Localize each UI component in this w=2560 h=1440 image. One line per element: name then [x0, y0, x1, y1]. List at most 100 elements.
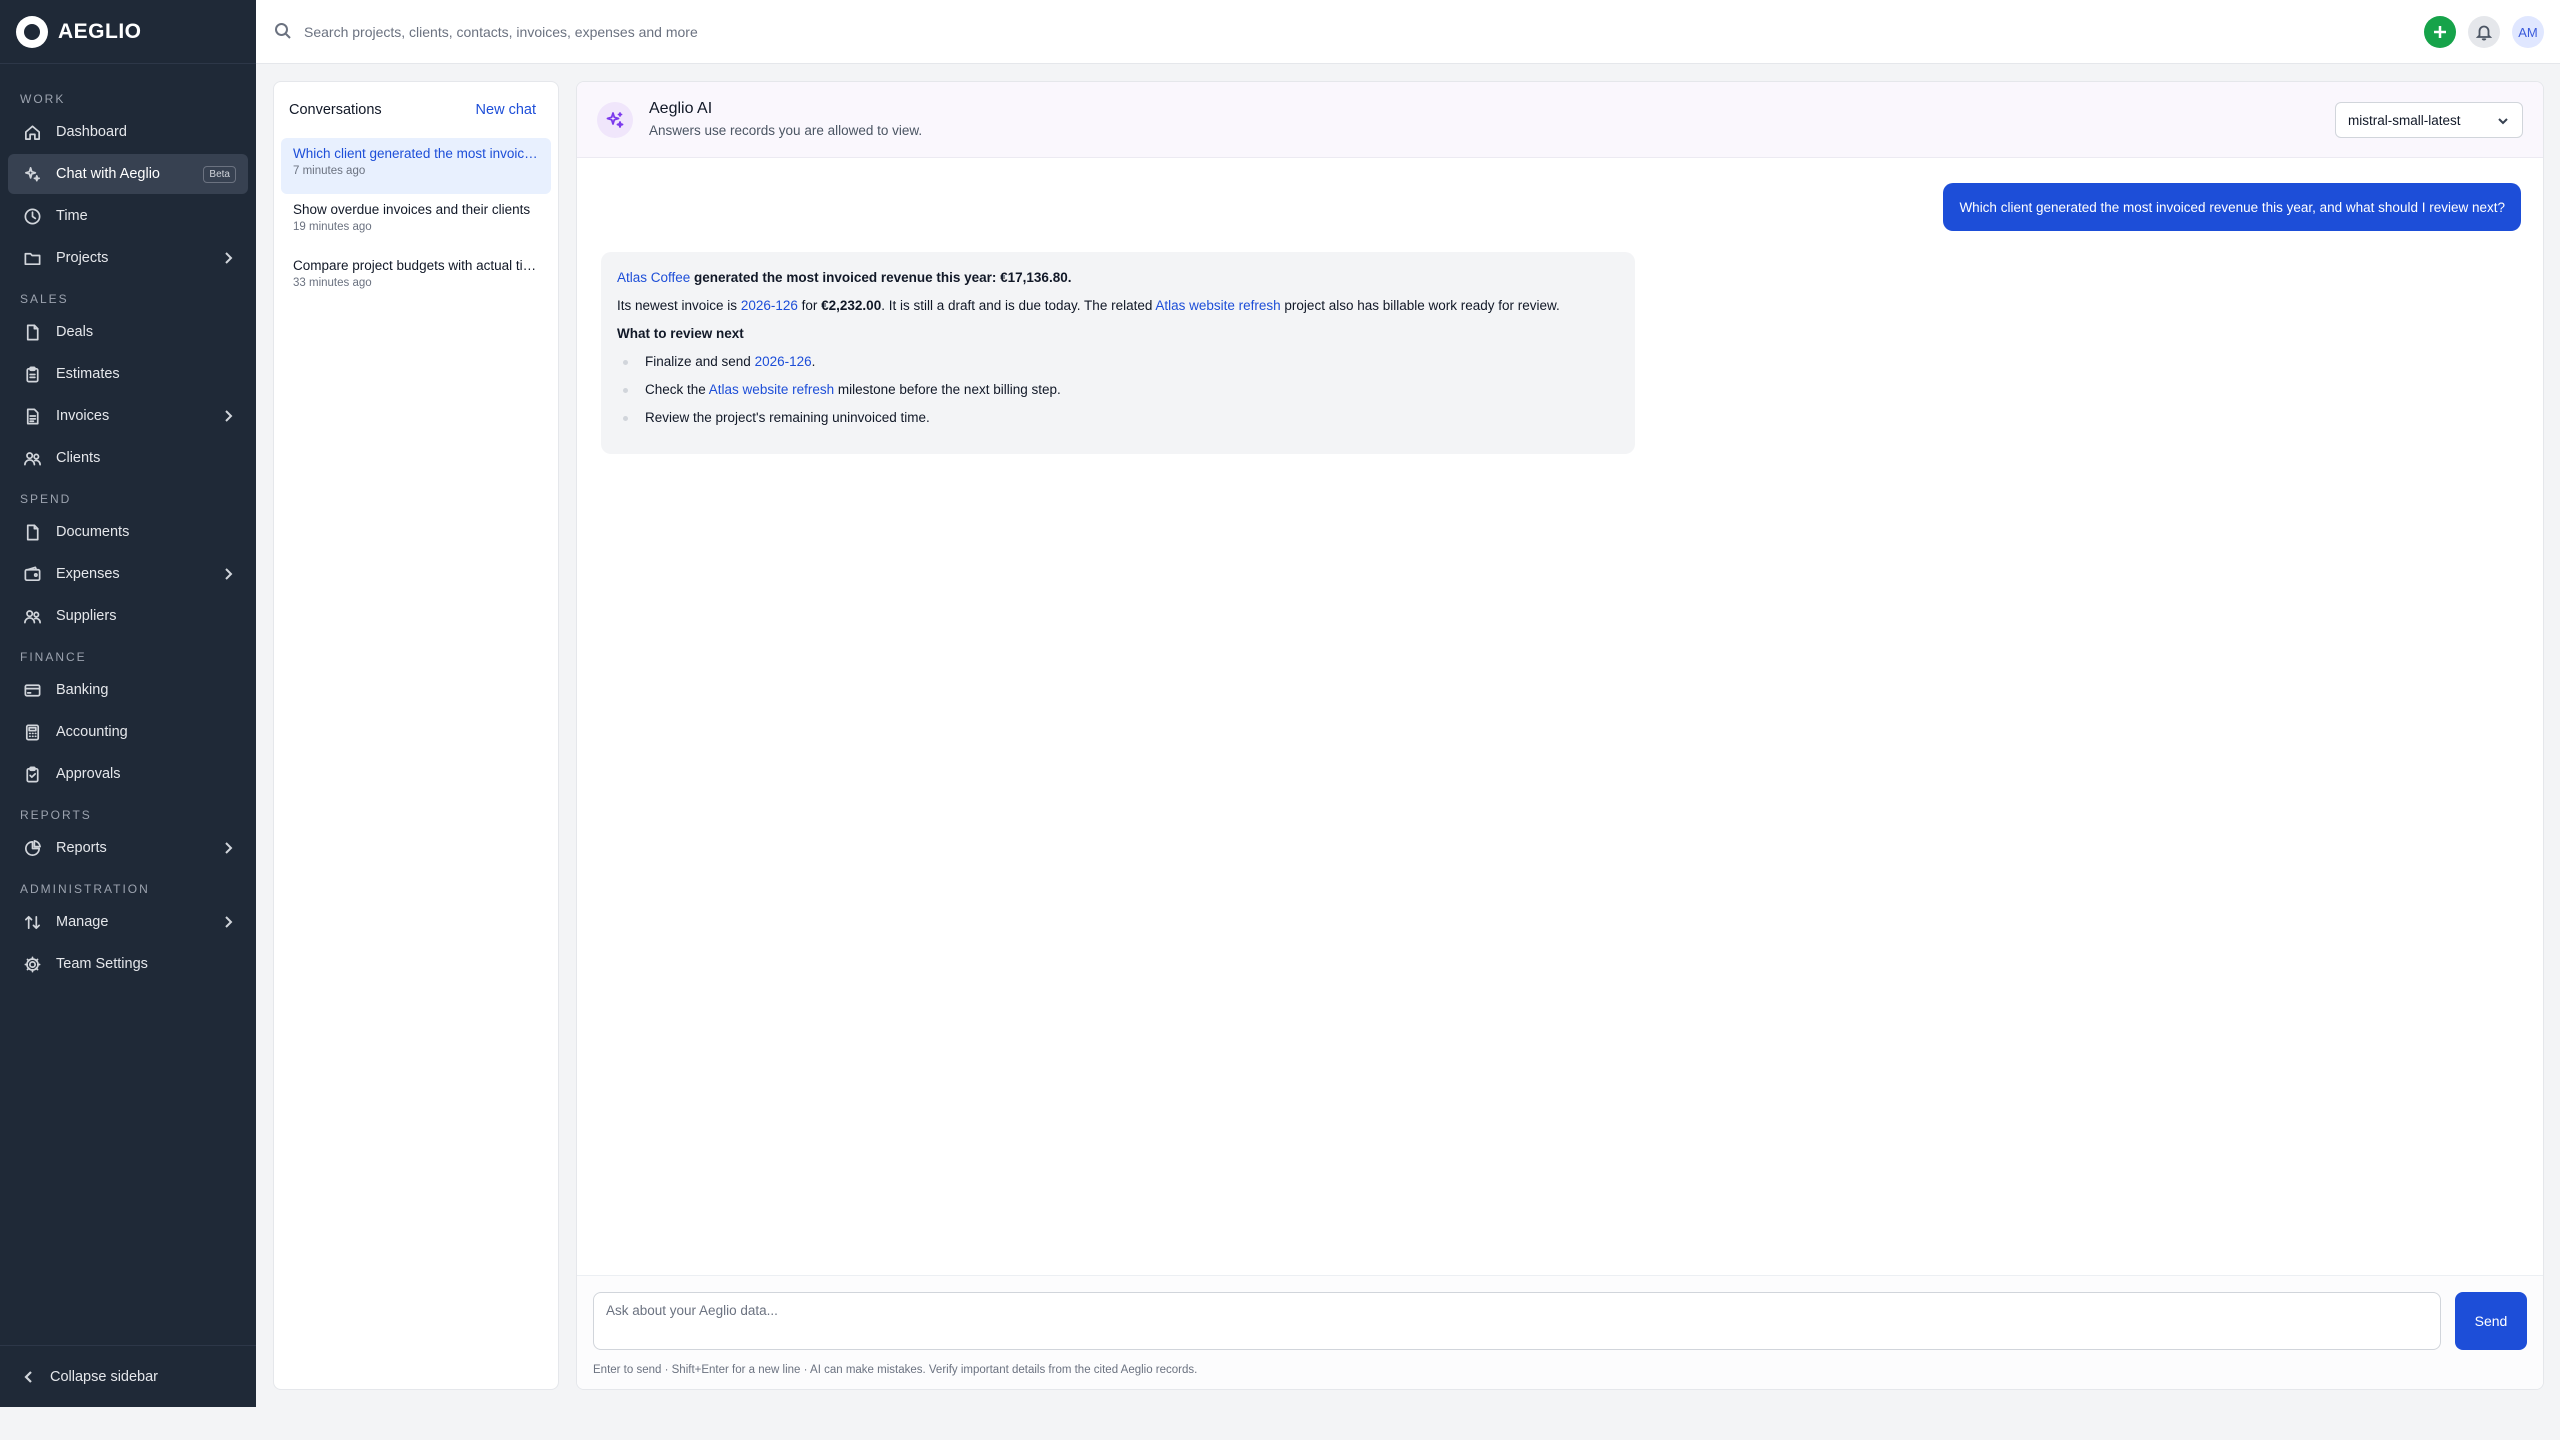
chevron-right-icon[interactable]	[220, 566, 236, 582]
sidebar-item-accounting[interactable]: Accounting	[8, 712, 248, 752]
users-icon	[22, 606, 42, 626]
topbar: AM	[256, 0, 2560, 64]
assistant-message: Atlas Coffee generated the most invoiced…	[601, 252, 1635, 454]
calculator-icon	[22, 722, 42, 742]
invoice-link[interactable]: 2026-126	[755, 354, 812, 369]
sidebar-item-label: Accounting	[56, 724, 128, 740]
sidebar-section-label: FINANCE	[20, 650, 87, 664]
sidebar-item-time[interactable]: Time	[8, 196, 248, 236]
composer-hint: Enter to send · Shift+Enter for a new li…	[593, 1364, 1198, 1376]
credit-card-icon	[22, 680, 42, 700]
answer-text: Finalize and send	[645, 354, 755, 369]
sidebar-item-label: Team Settings	[56, 956, 148, 972]
search-icon	[274, 22, 292, 40]
invoice-link[interactable]: 2026-126	[741, 298, 798, 313]
sidebar-item-approvals[interactable]: Approvals	[8, 754, 248, 794]
beta-badge: Beta	[203, 165, 236, 183]
conversation-time: 19 minutes ago	[293, 221, 372, 233]
conversation-time: 7 minutes ago	[293, 165, 366, 177]
answer-text: . It is still a draft and is due today. …	[881, 298, 1156, 313]
conversation-title: Show overdue invoices and their clients	[293, 202, 531, 217]
sidebar-nav: WORK Dashboard Chat with Aeglio Beta Time Pro…	[0, 64, 256, 984]
answer-line-2: Its newest invoice is 2026-126 for €2,23…	[617, 296, 1619, 316]
global-search-input[interactable]	[304, 18, 1204, 46]
sidebar-item-label: Suppliers	[56, 608, 117, 624]
chevron-right-icon[interactable]	[220, 250, 236, 266]
new-chat-button[interactable]: New chat	[476, 102, 536, 118]
sidebar-item-label: Deals	[56, 324, 94, 340]
sidebar-section-label: SALES	[20, 292, 69, 306]
conversations-panel: Conversations New chat Which client gene…	[273, 81, 559, 1390]
sidebar-item-invoices[interactable]: Invoices	[8, 396, 248, 436]
arrows-icon	[22, 912, 42, 932]
answer-line-1-text: generated the most invoiced revenue this…	[690, 270, 1072, 285]
answer-text: for	[797, 298, 822, 313]
brand[interactable]: AEGLIO	[0, 0, 256, 64]
sidebar-item-label: Expenses	[56, 566, 120, 582]
conversation-item[interactable]: Compare project budgets with actual time…	[281, 250, 551, 306]
sidebar-item-label: Approvals	[56, 766, 121, 782]
project-link[interactable]: Atlas website refresh	[1155, 298, 1280, 313]
sidebar-section-label: ADMINISTRATION	[20, 882, 150, 896]
user-avatar[interactable]: AM	[2512, 16, 2544, 48]
answer-text: milestone before the next billing step.	[834, 382, 1061, 397]
project-link[interactable]: Atlas website refresh	[709, 382, 834, 397]
answer-text: Its newest invoice is	[617, 298, 741, 313]
chevron-down-icon	[2496, 114, 2510, 131]
collapse-sidebar-button[interactable]: Collapse sidebar	[0, 1345, 256, 1407]
sidebar-item-chat[interactable]: Chat with Aeglio Beta	[8, 154, 248, 194]
sidebar-item-suppliers[interactable]: Suppliers	[8, 596, 248, 636]
sidebar-item-projects[interactable]: Projects	[8, 238, 248, 278]
sidebar-item-label: Reports	[56, 840, 107, 856]
client-link[interactable]: Atlas Coffee	[617, 270, 690, 285]
answer-text: project also has billable work ready for…	[1280, 298, 1560, 313]
quick-add-button[interactable]	[2424, 16, 2456, 48]
composer: Send Enter to send · Shift+Enter for a n…	[577, 1275, 2543, 1389]
chevron-left-icon	[24, 1370, 32, 1383]
conversations-header: Conversations New chat	[274, 82, 558, 138]
chevron-right-icon[interactable]	[220, 914, 236, 930]
wallet-icon	[22, 564, 42, 584]
sidebar-item-deals[interactable]: Deals	[8, 312, 248, 352]
clock-icon	[22, 206, 42, 226]
sidebar-item-team-settings[interactable]: Team Settings	[8, 944, 248, 984]
user-message: Which client generated the most invoiced…	[1943, 183, 2521, 231]
message-input[interactable]	[593, 1292, 2441, 1350]
sidebar-item-label: Manage	[56, 914, 109, 930]
sidebar-item-expenses[interactable]: Expenses	[8, 554, 248, 594]
sidebar-item-estimates[interactable]: Estimates	[8, 354, 248, 394]
sparkles-icon	[597, 102, 633, 138]
sidebar-item-label: Chat with Aeglio	[56, 166, 160, 182]
answer-text: Review the project's remaining uninvoice…	[645, 410, 930, 425]
sidebar-item-dashboard[interactable]: Dashboard	[8, 112, 248, 152]
conversation-title: Compare project budgets with actual time	[293, 258, 539, 273]
sidebar-item-label: Documents	[56, 524, 130, 540]
review-heading-text: What to review next	[617, 326, 744, 341]
sidebar: AEGLIO WORK Dashboard Chat with Aeglio Beta…	[0, 0, 256, 1407]
list-item: Review the project's remaining uninvoice…	[617, 408, 1619, 428]
sidebar-item-label: Estimates	[56, 366, 120, 382]
clipboard-check-icon	[22, 764, 42, 784]
sidebar-item-reports[interactable]: Reports	[8, 828, 248, 868]
sidebar-item-label: Time	[56, 208, 88, 224]
collapse-sidebar-label: Collapse sidebar	[50, 1368, 159, 1385]
topbar-actions: AM	[2424, 16, 2544, 48]
sidebar-item-documents[interactable]: Documents	[8, 512, 248, 552]
conversation-list: Which client generated the most invoiced…	[274, 138, 558, 306]
list-item: Check the Atlas website refresh mileston…	[617, 380, 1619, 400]
sidebar-item-clients[interactable]: Clients	[8, 438, 248, 478]
sidebar-item-manage[interactable]: Manage	[8, 902, 248, 942]
model-select-value: mistral-small-latest	[2348, 112, 2461, 128]
folder-icon	[22, 248, 42, 268]
chevron-right-icon[interactable]	[220, 408, 236, 424]
model-select[interactable]: mistral-small-latest	[2335, 102, 2523, 138]
send-button[interactable]: Send	[2455, 1292, 2527, 1350]
conversation-item[interactable]: Show overdue invoices and their clients 1…	[281, 194, 551, 250]
file-text-icon	[22, 406, 42, 426]
assistant-subtitle: Answers use records you are allowed to v…	[649, 123, 923, 138]
list-item: Finalize and send 2026-126.	[617, 352, 1619, 372]
chevron-right-icon[interactable]	[220, 840, 236, 856]
sidebar-item-banking[interactable]: Banking	[8, 670, 248, 710]
conversation-item[interactable]: Which client generated the most invoiced…	[281, 138, 551, 194]
notifications-button[interactable]	[2468, 16, 2500, 48]
